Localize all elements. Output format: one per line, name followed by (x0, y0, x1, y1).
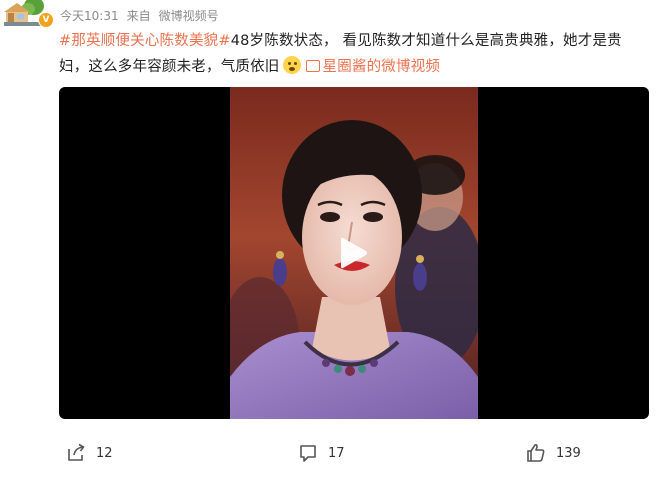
hashtag-link[interactable]: #那英顺便关心陈数美貌# (59, 33, 231, 49)
avatar[interactable]: V (4, 0, 54, 28)
video-link-icon (305, 60, 320, 72)
share-icon (68, 443, 85, 461)
comment-button[interactable]: 17 (298, 438, 345, 468)
verified-badge-icon: V (38, 12, 54, 28)
post-timestamp[interactable]: 今天10:31 (60, 9, 119, 23)
action-bar: 12 17 139 (0, 438, 660, 468)
post-source[interactable]: 微博视频号 (159, 9, 219, 23)
video-source-link[interactable]: 星圈酱的微博视频 (305, 59, 441, 75)
thumbs-up-icon (527, 443, 545, 462)
share-button[interactable]: 12 (66, 438, 113, 468)
source-prefix: 来自 (126, 9, 151, 23)
post-text: #那英顺便关心陈数美貌#48岁陈数状态， 看见陈数才知道什么是高贵典雅，她才是贵… (59, 28, 649, 80)
video-source-label: 星圈酱的微博视频 (322, 59, 441, 75)
comment-icon (300, 445, 316, 462)
video-player[interactable] (59, 87, 649, 419)
comment-count: 17 (328, 445, 345, 461)
like-button[interactable]: 139 (526, 438, 581, 468)
post-meta: 今天10:31 来自 微博视频号 (60, 7, 227, 24)
play-icon[interactable] (339, 235, 369, 271)
share-count: 12 (96, 445, 113, 461)
like-count: 139 (556, 445, 581, 461)
scared-face-emoji-icon (282, 56, 301, 74)
weibo-post: V 今天10:31 来自 微博视频号 #那英顺便关心陈数美貌#48岁陈数状态， 看见… (0, 0, 660, 477)
